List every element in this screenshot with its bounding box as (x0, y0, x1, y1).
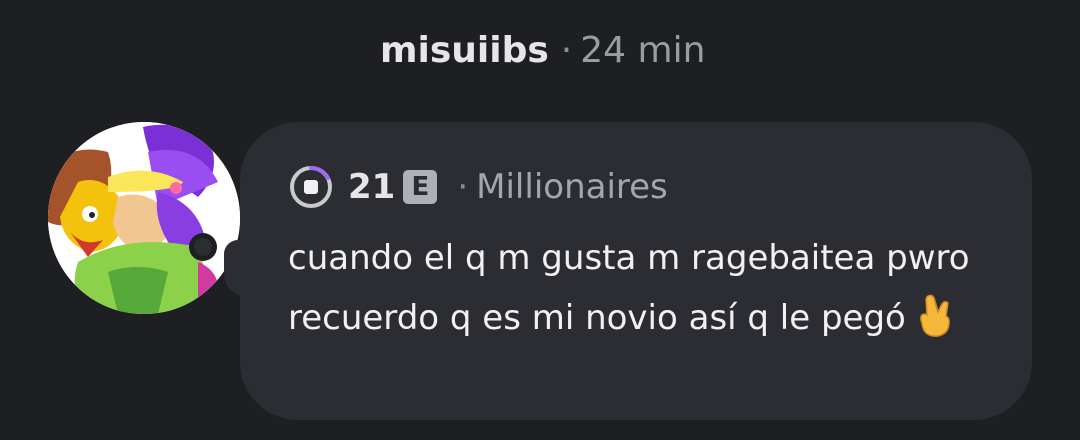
separator-dot: · (457, 167, 469, 207)
comment-meta: 21 E · Millionaires (288, 164, 668, 210)
post-header: misuiibs · 24 min (380, 26, 705, 74)
comment-text: cuando el q m gusta m ragebaitea pwro re… (288, 228, 1008, 348)
online-status-icon (189, 233, 217, 261)
e-badge-icon: E (403, 170, 438, 204)
level-progress-icon (290, 165, 332, 208)
avatar-illustration (48, 122, 240, 314)
timestamp: 24 min (580, 29, 706, 71)
crossed-fingers-icon (919, 294, 950, 337)
comment-thread: misuiibs · 24 min 21 E · Millionaires cu… (0, 0, 1080, 440)
separator-dot: · (560, 29, 573, 71)
avatar[interactable] (48, 122, 240, 314)
username[interactable]: misuiibs (380, 30, 549, 71)
level-number: 21 (348, 167, 396, 207)
comment-bubble[interactable]: 21 E · Millionaires cuando el q m gusta … (240, 122, 1032, 420)
community-name[interactable]: Millionaires (476, 167, 668, 207)
comment-text-content: cuando el q m gusta m ragebaitea pwro re… (288, 238, 970, 338)
